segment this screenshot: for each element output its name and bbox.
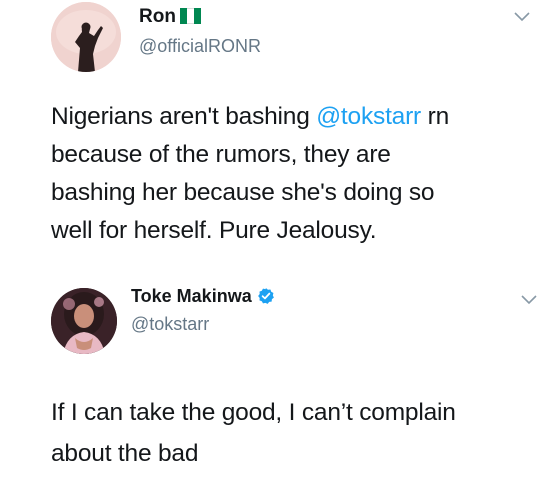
display-name-text: Toke Makinwa <box>131 286 252 306</box>
avatar-photo-icon <box>51 288 117 354</box>
tweet-text: Nigerians aren't bashing @tokstarr rn be… <box>51 98 531 250</box>
display-name-text: Ron <box>139 6 176 27</box>
tweet-text-line: bashing her because she's doing so <box>51 179 435 206</box>
tweet-text-segment: Nigerians aren't bashing <box>51 103 317 130</box>
user-handle[interactable]: @officialRONR <box>139 36 261 57</box>
tweet-text-line: well for herself. Pure Jealousy. <box>51 217 377 244</box>
flag-stripe-middle <box>186 8 194 24</box>
nigeria-flag-icon <box>179 8 202 24</box>
mention-link[interactable]: @tokstarr <box>316 103 421 130</box>
avatar[interactable] <box>51 288 117 354</box>
tweet-ron: Ron @officialRONR Nigerians aren't bashi… <box>0 0 549 282</box>
tweet-text-line: Nigerians aren't bashing @tokstarr rn <box>51 98 531 136</box>
verified-badge-icon <box>257 288 274 304</box>
chevron-down-icon[interactable] <box>521 295 537 305</box>
avatar[interactable] <box>51 2 121 72</box>
chevron-down-icon[interactable] <box>514 12 530 22</box>
display-name[interactable]: Ron <box>139 6 202 28</box>
tweet-text-line: about the bad <box>51 440 199 467</box>
tweet-text: If I can take the good, I can’t complain… <box>51 392 531 474</box>
flag-stripe-right <box>193 8 201 24</box>
flag-stripe-left <box>179 8 187 24</box>
display-name[interactable]: Toke Makinwa <box>131 286 275 307</box>
tweet-text-line: If I can take the good, I can’t complain <box>51 399 456 426</box>
user-handle[interactable]: @tokstarr <box>131 314 209 335</box>
avatar-silhouette-icon <box>51 2 121 72</box>
tweet-toke-makinwa: Toke Makinwa @tokstarr If I can take the… <box>0 282 549 502</box>
tweet-text-line: because of the rumors, they are <box>51 141 391 168</box>
tweet-text-segment: rn <box>421 103 450 130</box>
